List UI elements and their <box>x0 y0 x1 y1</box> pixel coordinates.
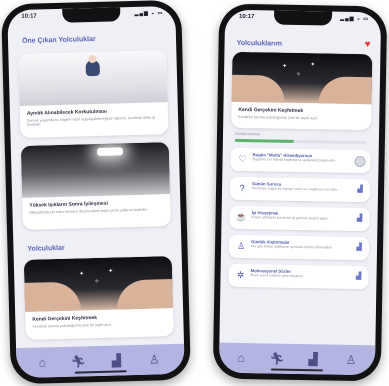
chart-icon[interactable]: ▟ <box>354 214 364 224</box>
card-desc: Gerçek yaşamda bu bilgileri nasıl uygula… <box>27 115 156 128</box>
progress-label: Günlük ilerleme <box>234 131 261 137</box>
status-icons: ▂▄▆ ◒ ▭ <box>340 15 370 23</box>
spark-icon: ✲ <box>236 269 245 281</box>
journey-card[interactable]: ✦ ✧ ✦ Kendi Gerçekini Keşfetmek Kendiniz… <box>23 256 174 340</box>
home-indicator <box>270 368 323 372</box>
featured-card-1[interactable]: Aynılık Alınabilecek Korkutulması Gerçek… <box>18 50 169 138</box>
stats-icon[interactable]: ▟ <box>108 352 124 368</box>
card-title: Kendi Gerçekini Keşfetmek <box>238 106 304 115</box>
person-icon: ♙ <box>236 240 246 252</box>
profile-icon[interactable]: ♙ <box>146 351 162 367</box>
featured-section-title: Öne Çıkan Yolculuklar <box>21 35 96 45</box>
card-image-crystal: ✦ ✧ ✦ <box>23 256 174 312</box>
card-image-light <box>20 142 171 198</box>
favorite-heart-icon[interactable]: ♥ <box>365 39 371 50</box>
question-icon: ? <box>239 182 245 194</box>
card-desc: Bilinçaltında yer eden olumsuz düşüncele… <box>29 207 149 215</box>
card-image-meditation <box>18 50 168 106</box>
list-item-quotes[interactable]: ✲ Motivasyonel Sözler İlham veren sözler… <box>228 263 369 290</box>
card-desc: Kendinizi tanıma yolculuğunda yeni bir s… <box>238 114 319 121</box>
run-icon[interactable]: 🏃︎ <box>70 353 87 369</box>
status-time: 10:17 <box>239 13 255 21</box>
card-image-crystal: ✦ ✧ ✦ <box>231 51 373 105</box>
row-desc: Her gün birkaç dakikanızı ayırarak zihni… <box>251 244 333 250</box>
phone-left: 10:17 ▂▄▆ ◒ ▭ Öne Çıkan Yolculuklar Aynı… <box>1 0 191 385</box>
list-item-mood[interactable]: ♡ Bugün "Mutlu" Hissediyorsun Bugünkü ru… <box>230 147 371 174</box>
row-desc: İlham veren sözlerle güne başlayın. <box>250 273 304 279</box>
left-screen: 10:17 ▂▄▆ ◒ ▭ Öne Çıkan Yolculuklar Aynı… <box>7 5 185 379</box>
list-item-question[interactable]: ? Günün Sorusu Kendinize bugün bu soruyu… <box>229 176 371 203</box>
home-indicator <box>74 370 127 374</box>
profile-icon[interactable]: ♙ <box>343 352 359 368</box>
row-desc: Kendinize bugün bu soruyu sorun ve cevab… <box>252 186 338 192</box>
bottom-nav: ⌂ 🏃︎ ▟ ♙ <box>16 343 185 379</box>
mood-toggle[interactable] <box>354 155 366 168</box>
status-icons: ▂▄▆ ◒ ▭ <box>134 10 164 17</box>
hero-journey-card[interactable]: ✦ ✧ ✦ Kendi Gerçekini Keşfetmek Kendiniz… <box>231 51 373 131</box>
page-title: Yolculuklarım <box>236 39 283 48</box>
chart-icon[interactable]: ▟ <box>355 185 365 195</box>
progress-bar <box>234 138 367 145</box>
chart-icon[interactable]: ▟ <box>354 243 364 253</box>
card-title: Kendi Gerçekini Keşfetmek <box>32 315 98 323</box>
featured-card-2[interactable]: Yüksek Işıkların Sonra İyileşmesi Bilinç… <box>20 142 171 230</box>
card-title: Aynılık Alınabilecek Korkutulması <box>26 108 107 117</box>
row-desc: Küçük adımlarla kendinize iyi gelecek şe… <box>251 215 329 221</box>
row-desc: Bugünkü ruh halinizi kaydedin ve gelişim… <box>252 157 336 163</box>
status-time: 10:17 <box>21 13 37 20</box>
notch <box>62 7 121 23</box>
home-icon[interactable]: ⌂ <box>233 350 249 366</box>
notch <box>273 10 333 26</box>
list-item-wellbeing[interactable]: ☕ İyi Hissetmek Küçük adımlarla kendiniz… <box>229 205 370 232</box>
journeys-section-title: Yolculuklar <box>27 244 65 253</box>
home-icon[interactable]: ⌂ <box>34 354 50 370</box>
chart-icon[interactable]: ▟ <box>353 272 363 282</box>
phone-right: 10:17 ▂▄▆ ◒ ▭ Yolculuklarım ♥ ✦ ✧ ✦ Kend… <box>212 3 388 382</box>
progress-fill <box>234 138 295 143</box>
list-item-exercises[interactable]: ♙ Günlük Alıştırmalar Her gün birkaç dak… <box>228 234 370 261</box>
mug-icon: ☕ <box>235 211 248 223</box>
bottom-nav: ⌂ 🏃︎ ▟ ♙ <box>218 342 376 376</box>
right-screen: 10:17 ▂▄▆ ◒ ▭ Yolculuklarım ♥ ✦ ✧ ✦ Kend… <box>218 9 382 376</box>
run-icon[interactable]: 🏃︎ <box>269 350 285 366</box>
card-title: Yüksek Işıkların Sonra İyileşmesi <box>29 200 109 209</box>
card-desc: Kendinizi tanıma yolculuğunda yeni bir s… <box>32 322 113 329</box>
stats-icon[interactable]: ▟ <box>305 351 321 367</box>
heart-icon: ♡ <box>238 153 247 165</box>
